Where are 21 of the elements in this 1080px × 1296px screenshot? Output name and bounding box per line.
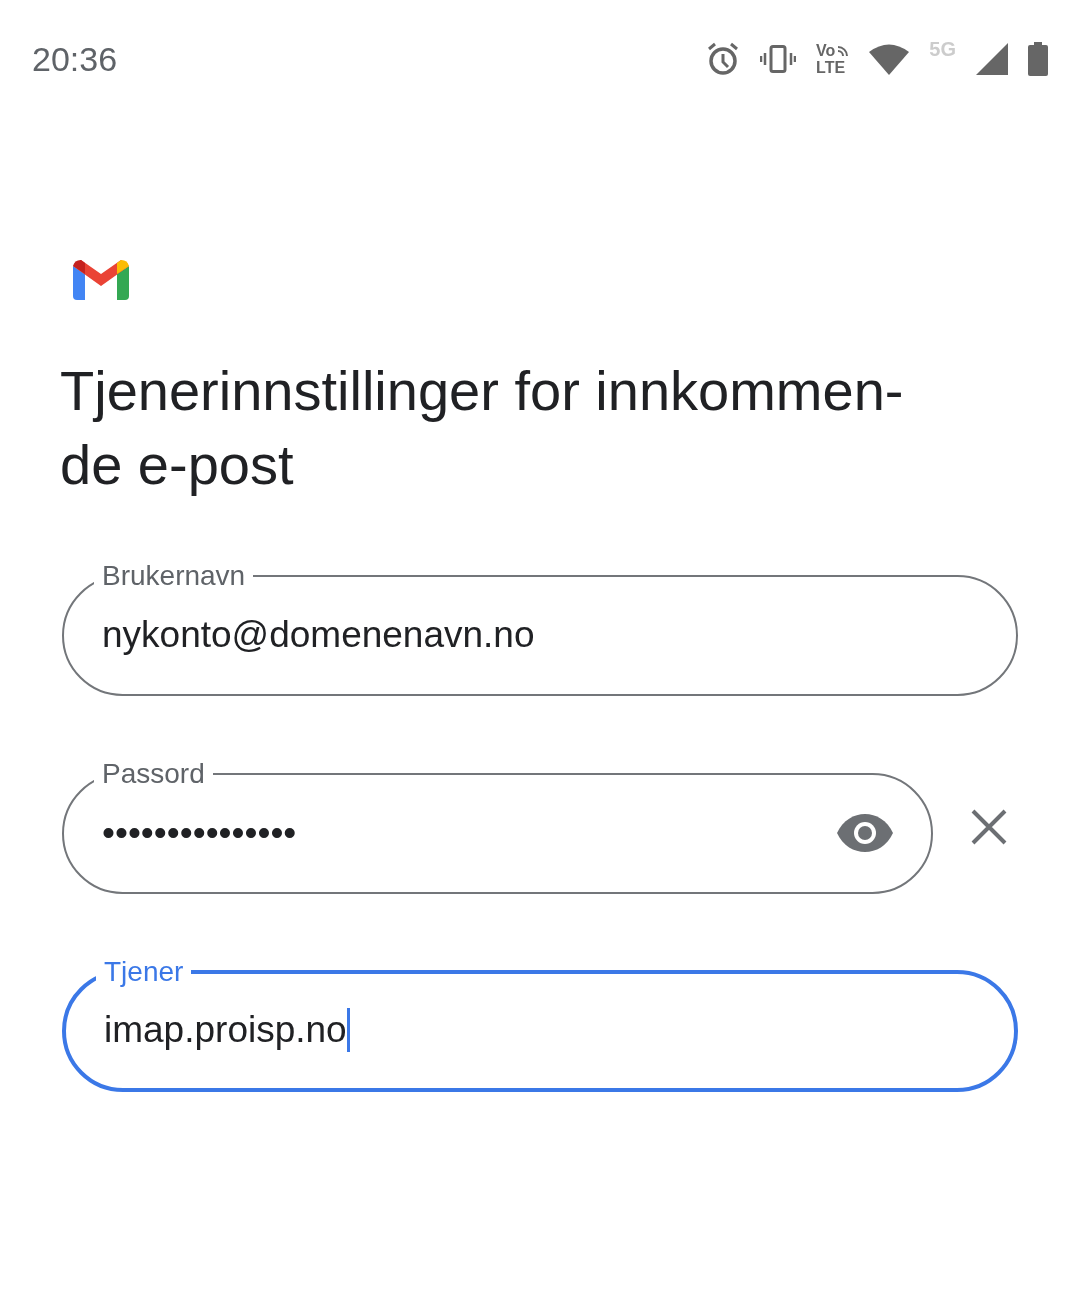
field-label: Brukernavn [101, 562, 247, 590]
text-cursor [346, 1008, 350, 1052]
text-field[interactable]: Tjener imap.proisp.no [62, 958, 1018, 1092]
vibrate-icon [760, 45, 797, 73]
volte-label: Vo [816, 42, 836, 59]
page-title: de e-post [60, 432, 294, 498]
cell-signal-icon [976, 43, 1008, 75]
close-icon[interactable] [971, 809, 1007, 845]
battery-icon [1028, 42, 1048, 76]
page-title: Tjenerinnstillinger for innkommen- [60, 358, 904, 424]
wifi-icon [869, 43, 910, 75]
field-label: Tjener [103, 958, 185, 986]
eye-icon[interactable] [837, 814, 893, 852]
field-label: Passord [101, 760, 206, 788]
lte-label: LTE [816, 59, 847, 76]
alarm-icon [706, 42, 741, 76]
signal-waves-icon [837, 44, 850, 57]
text-field[interactable]: Brukernavn nykonto@domenenavn.no [62, 562, 1018, 696]
status-time: 20:36 [32, 39, 119, 79]
text-field[interactable]: Passord ••••••••••••••• [62, 760, 933, 894]
mail-logo-icon [73, 258, 129, 300]
